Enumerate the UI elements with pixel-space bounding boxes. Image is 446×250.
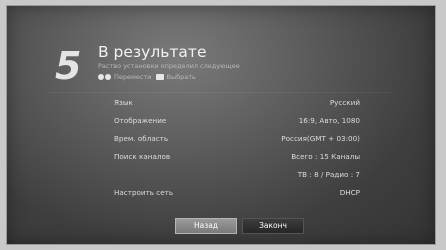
finish-button[interactable]: Законч: [242, 218, 304, 234]
hint-select-label: Выбрать: [166, 73, 196, 81]
updown-arrows-icon: [98, 74, 104, 80]
setting-label: Язык: [114, 98, 133, 107]
page-title: В результате: [98, 43, 207, 61]
setting-label: Врем. область: [114, 134, 169, 143]
divider: [47, 92, 392, 93]
setting-label: Настроить сеть: [114, 188, 174, 197]
setting-value: Всего : 15 Каналы: [291, 152, 360, 161]
setting-value: ТВ : 8 / Радио : 7: [297, 170, 360, 179]
setting-label: Отображение: [114, 116, 167, 125]
hint-move-label: Перемести: [114, 73, 152, 81]
setting-row-channel-breakdown: ТВ : 8 / Радио : 7: [114, 170, 360, 183]
setting-row-display: Отображение 16:9, Авто, 1080: [114, 116, 360, 129]
tv-screen: 5 В результате Раство установки определи…: [6, 5, 436, 245]
setting-row-network: Настроить сеть DHCP: [114, 188, 360, 201]
setting-value: Россия(GMT + 03:00): [281, 134, 360, 143]
setting-row-language: Язык Русский: [114, 98, 360, 111]
setting-value: 16:9, Авто, 1080: [298, 116, 360, 125]
navigation-hints: Перемести Выбрать: [98, 72, 196, 82]
setting-row-channel-search: Поиск каналов Всего : 15 Каналы: [114, 152, 360, 165]
setting-value: DHCP: [339, 188, 360, 197]
setting-value: Русский: [329, 98, 360, 107]
setting-row-timezone: Врем. область Россия(GMT + 03:00): [114, 134, 360, 147]
page-subtitle: Раство установки определил следующее: [98, 62, 240, 70]
back-button[interactable]: Назад: [175, 218, 237, 234]
ok-button-icon: [155, 74, 164, 80]
setting-label: Поиск каналов: [114, 152, 171, 161]
updown-arrows-icon-2: [105, 74, 111, 80]
step-number: 5: [55, 44, 81, 88]
